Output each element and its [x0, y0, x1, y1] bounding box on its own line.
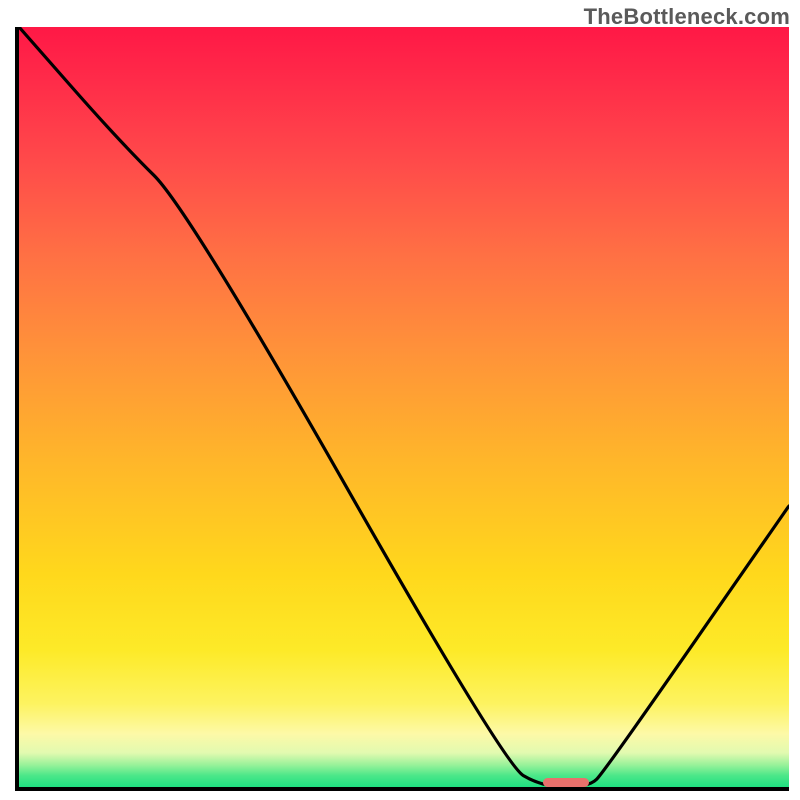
optimal-marker [543, 778, 589, 787]
bottleneck-curve [19, 27, 789, 787]
chart-container: TheBottleneck.com [0, 0, 800, 800]
plot-area [15, 27, 789, 791]
